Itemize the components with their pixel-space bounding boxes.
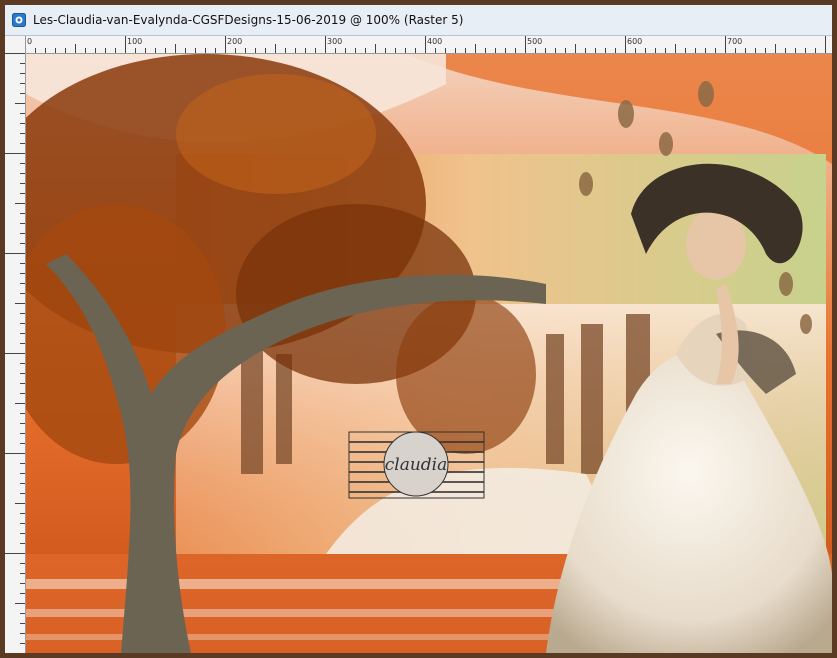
title-bar[interactable]: Les-Claudia-van-Evalynda-CGSFDesigns-15-… xyxy=(5,5,832,36)
ruler-label: 200 xyxy=(227,37,243,46)
image-canvas[interactable]: claudia xyxy=(26,54,832,653)
watermark-text: claudia xyxy=(385,455,448,475)
image-window: Les-Claudia-van-Evalynda-CGSFDesigns-15-… xyxy=(5,5,832,653)
ruler-label: 300 xyxy=(327,37,343,46)
ruler-label: 600 xyxy=(627,37,643,46)
ruler-label: 0 xyxy=(27,37,33,46)
artwork: claudia xyxy=(26,54,832,653)
horizontal-ruler[interactable]: 0 100 200 300 400 500 600 700 xyxy=(25,36,832,54)
vertical-ruler[interactable] xyxy=(5,36,26,653)
ruler-label: 100 xyxy=(127,37,143,46)
window-title: Les-Claudia-van-Evalynda-CGSFDesigns-15-… xyxy=(33,13,464,27)
ruler-label: 400 xyxy=(427,37,443,46)
ruler-label: 700 xyxy=(727,37,743,46)
ruler-label: 500 xyxy=(527,37,543,46)
app-icon xyxy=(11,12,27,28)
